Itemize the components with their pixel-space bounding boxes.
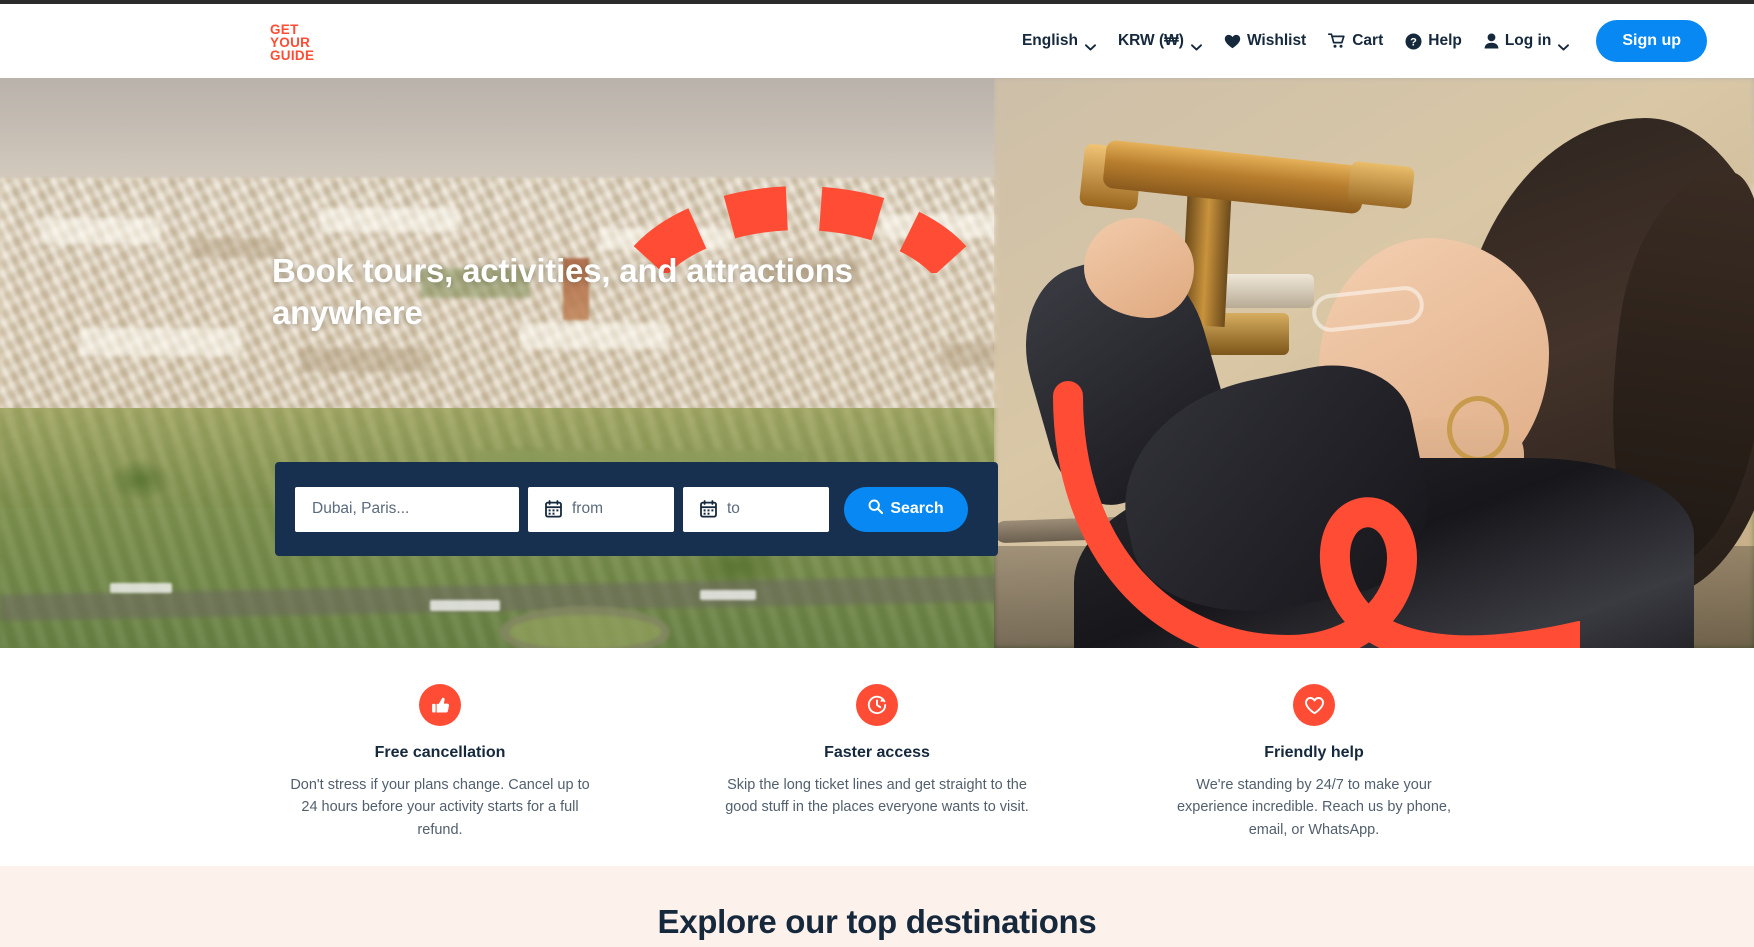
feature-card: Faster access Skip the long ticket lines… <box>725 684 1030 819</box>
hero-heading: Book tours, activities, and attractions … <box>272 252 853 332</box>
nav-login-label: Log in <box>1504 32 1552 49</box>
svg-text:GUIDE: GUIDE <box>270 48 314 63</box>
feature-title: Friendly help <box>1264 744 1364 761</box>
chevron-down-icon <box>1190 38 1202 51</box>
nav-help-label: Help <box>1428 32 1462 49</box>
hero-search-panel: Search <box>275 462 998 556</box>
hero-section: Book tours, activities, and attractions … <box>0 78 1754 648</box>
nav-wishlist[interactable]: Wishlist <box>1213 21 1317 61</box>
thumbs-up-icon <box>419 684 461 726</box>
date-to-input[interactable] <box>727 500 812 518</box>
search-input[interactable] <box>312 500 502 518</box>
getyourguide-logo[interactable]: GET YOUR GUIDE <box>270 22 334 64</box>
heart-icon <box>1224 34 1241 49</box>
nav-currency-label: KRW (₩) <box>1117 32 1184 49</box>
nav-cart[interactable]: Cart <box>1317 21 1394 61</box>
feature-description: We're standing by 24/7 to make your expe… <box>1176 777 1452 838</box>
feature-description: Skip the long ticket lines and get strai… <box>725 777 1029 816</box>
site-header: GET YOUR GUIDE English KRW (₩) Wishlist … <box>0 4 1754 78</box>
nav-language[interactable]: English <box>1011 21 1107 61</box>
signup-button[interactable]: Sign up <box>1596 20 1707 62</box>
hero-background-photo <box>0 78 1754 648</box>
main-nav: English KRW (₩) Wishlist Cart ? Help Log… <box>1011 4 1707 78</box>
feature-title: Faster access <box>824 744 930 761</box>
logo-mark: GET YOUR GUIDE <box>270 22 314 63</box>
page-root: GET YOUR GUIDE English KRW (₩) Wishlist … <box>0 0 1754 947</box>
date-to-field[interactable] <box>683 486 829 532</box>
nav-help[interactable]: ? Help <box>1394 21 1473 61</box>
chevron-down-icon <box>1558 38 1570 51</box>
nav-login[interactable]: Log in <box>1473 21 1581 61</box>
nav-cart-label: Cart <box>1352 32 1384 49</box>
cart-icon <box>1328 33 1346 49</box>
date-from-input[interactable] <box>572 500 657 518</box>
search-button-label: Search <box>890 500 944 517</box>
nav-wishlist-label: Wishlist <box>1246 32 1307 49</box>
brand-swoosh-decoration <box>1020 378 1595 648</box>
destinations-section: Explore our top destinations <box>0 866 1754 947</box>
feature-card: Friendly help We're standing by 24/7 to … <box>1162 684 1467 841</box>
clock-icon <box>856 684 898 726</box>
destination-field[interactable] <box>295 486 519 532</box>
calendar-icon <box>700 500 717 518</box>
feature-title: Free cancellation <box>374 744 506 761</box>
chevron-down-icon <box>1084 38 1096 51</box>
calendar-icon <box>545 500 562 518</box>
user-icon <box>1484 33 1499 49</box>
svg-text:?: ? <box>1410 36 1417 48</box>
nav-language-label: English <box>1021 32 1078 49</box>
magnifier-icon <box>868 499 884 519</box>
date-from-field[interactable] <box>528 486 674 532</box>
feature-description: Don't stress if your plans change. Cance… <box>290 777 590 838</box>
feature-card: Free cancellation Don't stress if your p… <box>288 684 593 841</box>
nav-currency[interactable]: KRW (₩) <box>1107 21 1213 61</box>
search-button[interactable]: Search <box>844 486 968 532</box>
heart-outline-icon <box>1293 684 1335 726</box>
destinations-title: Explore our top destinations <box>657 903 1097 940</box>
features-section: Free cancellation Don't stress if your p… <box>0 648 1754 866</box>
question-circle-icon: ? <box>1405 33 1422 50</box>
